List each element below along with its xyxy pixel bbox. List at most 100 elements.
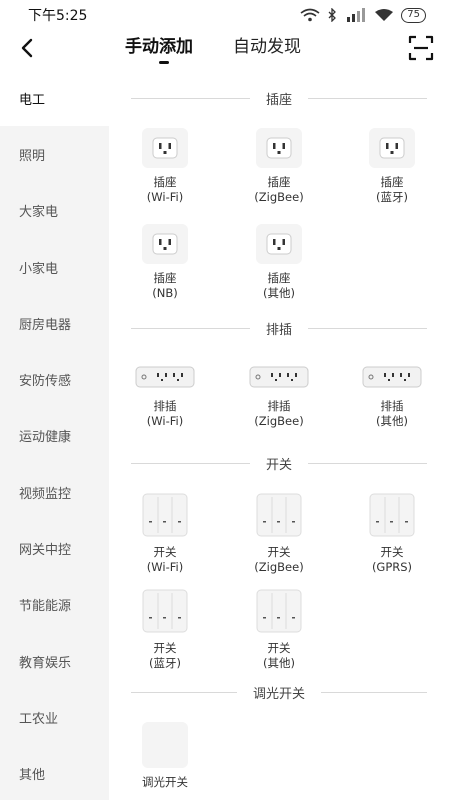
- sidebar-item-label: 小家电: [19, 261, 59, 277]
- status-icons: 75: [300, 7, 426, 23]
- device-socket-wifi[interactable]: 插座 (Wi-Fi): [115, 128, 215, 205]
- status-bar: 下午5:25 75: [0, 0, 450, 30]
- sidebar-item-label: 节能能源: [19, 599, 72, 615]
- section-title: 插座: [266, 92, 293, 108]
- socket-icon: [256, 128, 302, 168]
- device-label: 开关 (Wi-Fi): [146, 545, 184, 574]
- socket-icon: [369, 128, 415, 168]
- sidebar-item-electrician[interactable]: 电工: [0, 70, 109, 127]
- sidebar-item-label: 教育娱乐: [19, 655, 72, 671]
- power-strip-icon: [249, 362, 309, 392]
- device-switch-zigbee[interactable]: 开关 (ZigBee): [229, 492, 329, 575]
- device-label: 排插 (其他): [376, 399, 408, 428]
- sidebar-item-gateway[interactable]: 网关中控: [0, 520, 109, 576]
- tab-bar: 手动添加 自动发现: [125, 30, 301, 64]
- divider: [308, 97, 428, 99]
- sidebar-item-label: 其他: [19, 768, 46, 784]
- sidebar-item-industry-agriculture[interactable]: 工农业: [0, 689, 109, 745]
- category-sidebar: 电工 照明 大家电 小家电 厨房电器 安防传感 运动健康 视频监控 网关中控 节…: [0, 70, 109, 800]
- tab-label: 自动发现: [233, 37, 301, 57]
- sidebar-item-lighting[interactable]: 照明: [0, 126, 109, 182]
- scan-button[interactable]: [408, 35, 434, 61]
- device-label: 插座 (NB): [152, 271, 178, 300]
- device-socket-bluetooth[interactable]: 插座 (蓝牙): [342, 128, 442, 205]
- sidebar-item-label: 视频监控: [19, 486, 72, 502]
- sidebar-item-security-sensors[interactable]: 安防传感: [0, 351, 109, 407]
- tab-indicator: [159, 61, 169, 64]
- sidebar-item-large-appliances[interactable]: 大家电: [0, 183, 109, 239]
- status-time: 下午5:25: [28, 8, 88, 24]
- section-header-switch: 开关: [131, 453, 428, 473]
- device-switch-bluetooth[interactable]: 开关 (蓝牙): [115, 588, 215, 671]
- divider: [131, 327, 250, 329]
- section-title: 开关: [266, 457, 293, 473]
- sidebar-item-video-surveillance[interactable]: 视频监控: [0, 464, 109, 520]
- device-strip-other[interactable]: 排插 (其他): [342, 362, 442, 429]
- signal-icon: [347, 8, 366, 22]
- device-label: 开关 (GPRS): [371, 545, 413, 574]
- sidebar-item-sports-health[interactable]: 运动健康: [0, 408, 109, 464]
- device-switch-gprs[interactable]: 开关 (GPRS): [342, 492, 442, 575]
- tab-auto-discover[interactable]: 自动发现: [233, 30, 301, 64]
- device-strip-wifi[interactable]: 排插 (Wi-Fi): [115, 362, 215, 429]
- sidebar-item-other[interactable]: 其他: [0, 746, 109, 800]
- device-socket-other[interactable]: 插座 (其他): [229, 224, 329, 301]
- power-strip-icon: [362, 362, 422, 392]
- section-header-dimmer: 调光开关: [131, 682, 428, 702]
- power-strip-icon: [135, 362, 195, 392]
- section-title: 调光开关: [253, 686, 306, 702]
- sidebar-item-label: 大家电: [19, 205, 59, 221]
- device-label: 插座 (ZigBee): [254, 175, 304, 204]
- divider: [131, 691, 237, 693]
- device-label: 开关 (其他): [263, 641, 295, 670]
- wifi-icon: [375, 8, 394, 21]
- tab-label: 手动添加: [125, 37, 193, 57]
- device-socket-zigbee[interactable]: 插座 (ZigBee): [229, 128, 329, 205]
- wall-switch-icon: [142, 492, 188, 538]
- device-dimmer[interactable]: 调光开关: [115, 722, 215, 790]
- sidebar-item-label: 安防传感: [19, 374, 72, 390]
- section-title: 排插: [266, 322, 293, 338]
- socket-icon: [142, 128, 188, 168]
- device-list: 插座 插座 (Wi-Fi) 插座 (ZigBee) 插座 (蓝牙) 插座 (NB) 插座…: [109, 70, 450, 800]
- device-socket-nb[interactable]: 插座 (NB): [115, 224, 215, 301]
- divider: [131, 97, 250, 99]
- tab-manual-add[interactable]: 手动添加: [125, 30, 193, 64]
- sidebar-item-label: 电工: [19, 92, 46, 108]
- socket-icon: [142, 224, 188, 264]
- device-label: 开关 (蓝牙): [149, 641, 181, 670]
- sidebar-item-label: 照明: [19, 148, 46, 164]
- device-label: 开关 (ZigBee): [254, 545, 304, 574]
- sidebar-item-label: 工农业: [19, 711, 59, 727]
- divider: [308, 327, 428, 329]
- device-label: 插座 (Wi-Fi): [146, 175, 184, 204]
- divider: [308, 462, 428, 464]
- sidebar-item-label: 网关中控: [19, 543, 72, 559]
- wall-switch-icon: [256, 588, 302, 634]
- section-header-socket: 插座: [131, 88, 428, 108]
- sidebar-item-small-appliances[interactable]: 小家电: [0, 239, 109, 295]
- device-label: 插座 (其他): [263, 271, 295, 300]
- battery-icon: 75: [401, 7, 426, 23]
- device-label: 排插 (Wi-Fi): [146, 399, 184, 428]
- device-label: 调光开关: [142, 775, 188, 789]
- device-strip-zigbee[interactable]: 排插 (ZigBee): [229, 362, 329, 429]
- sidebar-item-label: 运动健康: [19, 430, 72, 446]
- device-switch-other[interactable]: 开关 (其他): [229, 588, 329, 671]
- divider: [321, 691, 428, 693]
- sidebar-item-kitchen[interactable]: 厨房电器: [0, 295, 109, 351]
- sidebar-item-energy[interactable]: 节能能源: [0, 577, 109, 633]
- scan-icon: [408, 35, 434, 61]
- wall-switch-icon: [369, 492, 415, 538]
- bluetooth-icon: [328, 8, 337, 22]
- dimmer-icon: [142, 722, 188, 768]
- back-button[interactable]: [14, 34, 40, 62]
- header: 手动添加 自动发现: [0, 30, 450, 68]
- device-label: 插座 (蓝牙): [376, 175, 408, 204]
- divider: [131, 462, 250, 464]
- device-switch-wifi[interactable]: 开关 (Wi-Fi): [115, 492, 215, 575]
- wifi-calling-icon: [300, 8, 320, 22]
- sidebar-item-education-entertainment[interactable]: 教育娱乐: [0, 633, 109, 689]
- wall-switch-icon: [142, 588, 188, 634]
- socket-icon: [256, 224, 302, 264]
